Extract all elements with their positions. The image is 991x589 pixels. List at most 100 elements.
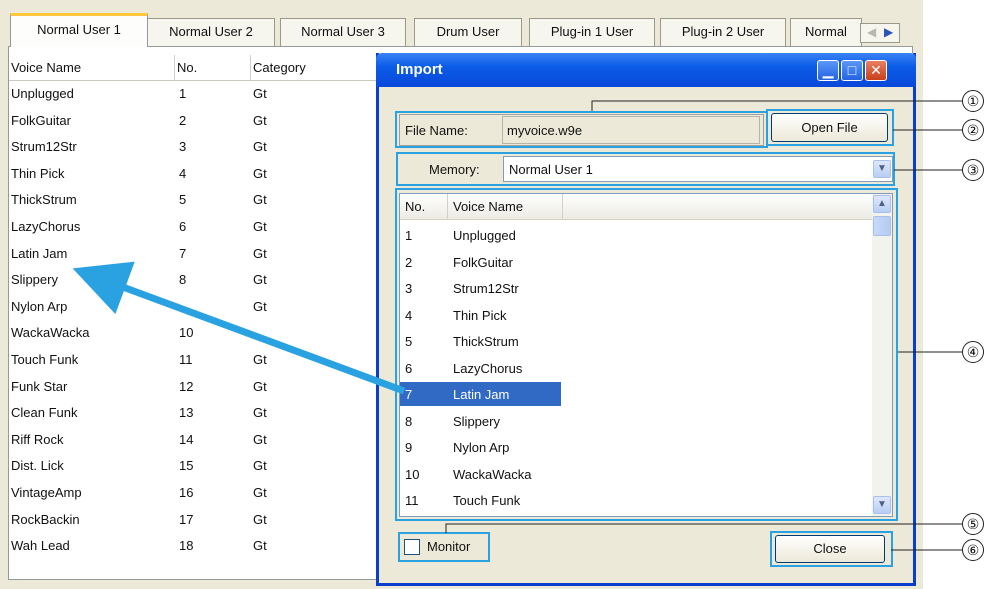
voice-name-cell: WackaWacka [11,325,90,341]
voice-name-cell: LazyChorus [11,219,81,234]
voice-number-cell: 5 [179,192,187,208]
tab-normal-partial[interactable]: Normal [790,18,862,46]
voice-name-cell: RockBackin [11,511,80,527]
tab-strip: Normal User 1 Normal User 2 Normal User … [0,0,923,47]
table-row[interactable]: VintageAmp 16 Gt [9,482,381,504]
tab-plugin-2-user[interactable]: Plug-in 2 User [660,18,786,46]
voice-number-cell: 8 [179,272,187,288]
category-cell: Gt [253,378,267,394]
tab-label: Drum User [436,24,500,39]
voice-number-cell: 18 [179,538,194,554]
table-row[interactable]: Unplugged 1 Gt [9,83,381,105]
voice-number-cell: 12 [179,378,194,394]
tab-normal-user-3[interactable]: Normal User 3 [280,18,406,46]
table-row[interactable]: Strum12Str 3 Gt [9,136,381,158]
tab-label: Plug-in 1 User [550,24,634,39]
tab-normal-user-1[interactable]: Normal User 1 [10,13,148,47]
table-row[interactable]: Nylon Arp Gt [9,296,381,318]
category-cell: Gt [253,538,267,554]
table-row[interactable]: Funk Star 12 Gt [9,376,381,398]
voice-name-cell: FolkGuitar [11,112,71,128]
voice-name-cell: VintageAmp [11,485,82,500]
table-row[interactable]: FolkGuitar 2 Gt [9,110,381,132]
callout-3: ③ [962,159,984,181]
voice-name-cell: Slippery [11,272,58,288]
tab-plugin-1-user[interactable]: Plug-in 1 User [529,18,655,46]
tab-label: Normal User 1 [37,22,121,37]
dialog-titlebar[interactable]: Import ▁ □ ✕ [376,53,916,87]
tab-drum-user[interactable]: Drum User [414,18,522,46]
voice-number-cell: 6 [179,219,187,234]
voice-number-cell: 2 [179,112,187,128]
category-cell: Gt [253,86,267,101]
category-cell: Gt [253,405,267,421]
voice-name-cell: Riff Rock [11,431,64,447]
column-no[interactable]: No. [175,55,251,80]
category-cell: Gt [253,511,267,527]
voice-number-cell: 4 [179,165,187,181]
category-cell: Gt [253,219,267,234]
table-row[interactable]: Latin Jam 7 Gt [9,243,381,265]
minimize-icon[interactable]: ▁ [817,60,839,81]
voice-list-header: Voice Name No. Category [9,55,381,81]
table-row[interactable]: Dist. Lick 15 Gt [9,455,381,477]
table-row[interactable]: Touch Funk 11 Gt [9,349,381,371]
tab-label: Normal [805,24,847,39]
voice-number-cell: 13 [179,405,194,421]
voice-number-cell: 17 [179,511,194,527]
category-cell: Gt [253,272,267,288]
voice-name-cell: Clean Funk [11,405,78,421]
category-cell: Gt [253,458,267,474]
callout-1: ① [962,90,984,112]
tab-label: Normal User 3 [301,24,385,39]
table-row[interactable]: ThickStrum 5 Gt [9,189,381,211]
callout-4: ④ [962,341,984,363]
tab-scroll-buttons: ◀ ▶ [860,23,900,43]
table-row[interactable]: Thin Pick 4 Gt [9,163,381,185]
voice-number-cell: 16 [179,485,194,500]
table-row[interactable]: WackaWacka 10 [9,322,381,344]
voice-number-cell: 7 [179,245,187,261]
highlight-monitor [398,532,490,562]
tab-label: Normal User 2 [169,24,253,39]
dialog-title: Import [396,61,443,78]
highlight-voice-list [395,188,898,521]
category-cell: Gt [253,485,267,500]
voice-name-cell: Unplugged [11,86,74,101]
highlight-close [770,531,893,567]
close-icon[interactable]: ✕ [865,60,887,81]
voice-name-cell: ThickStrum [11,192,77,208]
category-cell: Gt [253,112,267,128]
table-row[interactable]: Clean Funk 13 Gt [9,402,381,424]
scroll-right-icon[interactable]: ▶ [884,25,893,39]
table-row[interactable]: Wah Lead 18 Gt [9,535,381,557]
voice-name-cell: Wah Lead [11,538,70,554]
category-cell: Gt [253,245,267,261]
table-row[interactable]: Riff Rock 14 Gt [9,429,381,451]
callout-2: ② [962,119,984,141]
column-category[interactable]: Category [251,55,381,80]
voice-number-cell: 11 [179,352,193,367]
callout-5: ⑤ [962,513,984,535]
voice-name-cell: Strum12Str [11,139,77,155]
category-cell: Gt [253,298,267,314]
table-row[interactable]: Slippery 8 Gt [9,269,381,291]
table-row[interactable]: RockBackin 17 Gt [9,509,381,531]
scroll-left-icon[interactable]: ◀ [867,25,876,39]
voice-number-cell: 1 [179,86,187,101]
voice-name-cell: Nylon Arp [11,298,68,314]
voice-name-cell: Funk Star [11,378,68,394]
highlight-memory [396,152,895,186]
voice-name-cell: Touch Funk [11,352,79,367]
category-cell: Gt [253,352,267,367]
maximize-icon[interactable]: □ [841,60,863,81]
voice-name-cell: Dist. Lick [11,458,64,474]
callout-6: ⑥ [962,539,984,561]
column-voice-name[interactable]: Voice Name [9,55,175,80]
voice-name-cell: Thin Pick [11,165,65,181]
table-row[interactable]: LazyChorus 6 Gt [9,216,381,238]
category-cell: Gt [253,139,267,155]
category-cell: Gt [253,431,267,447]
highlight-file-name [395,111,768,148]
tab-normal-user-2[interactable]: Normal User 2 [147,18,275,46]
